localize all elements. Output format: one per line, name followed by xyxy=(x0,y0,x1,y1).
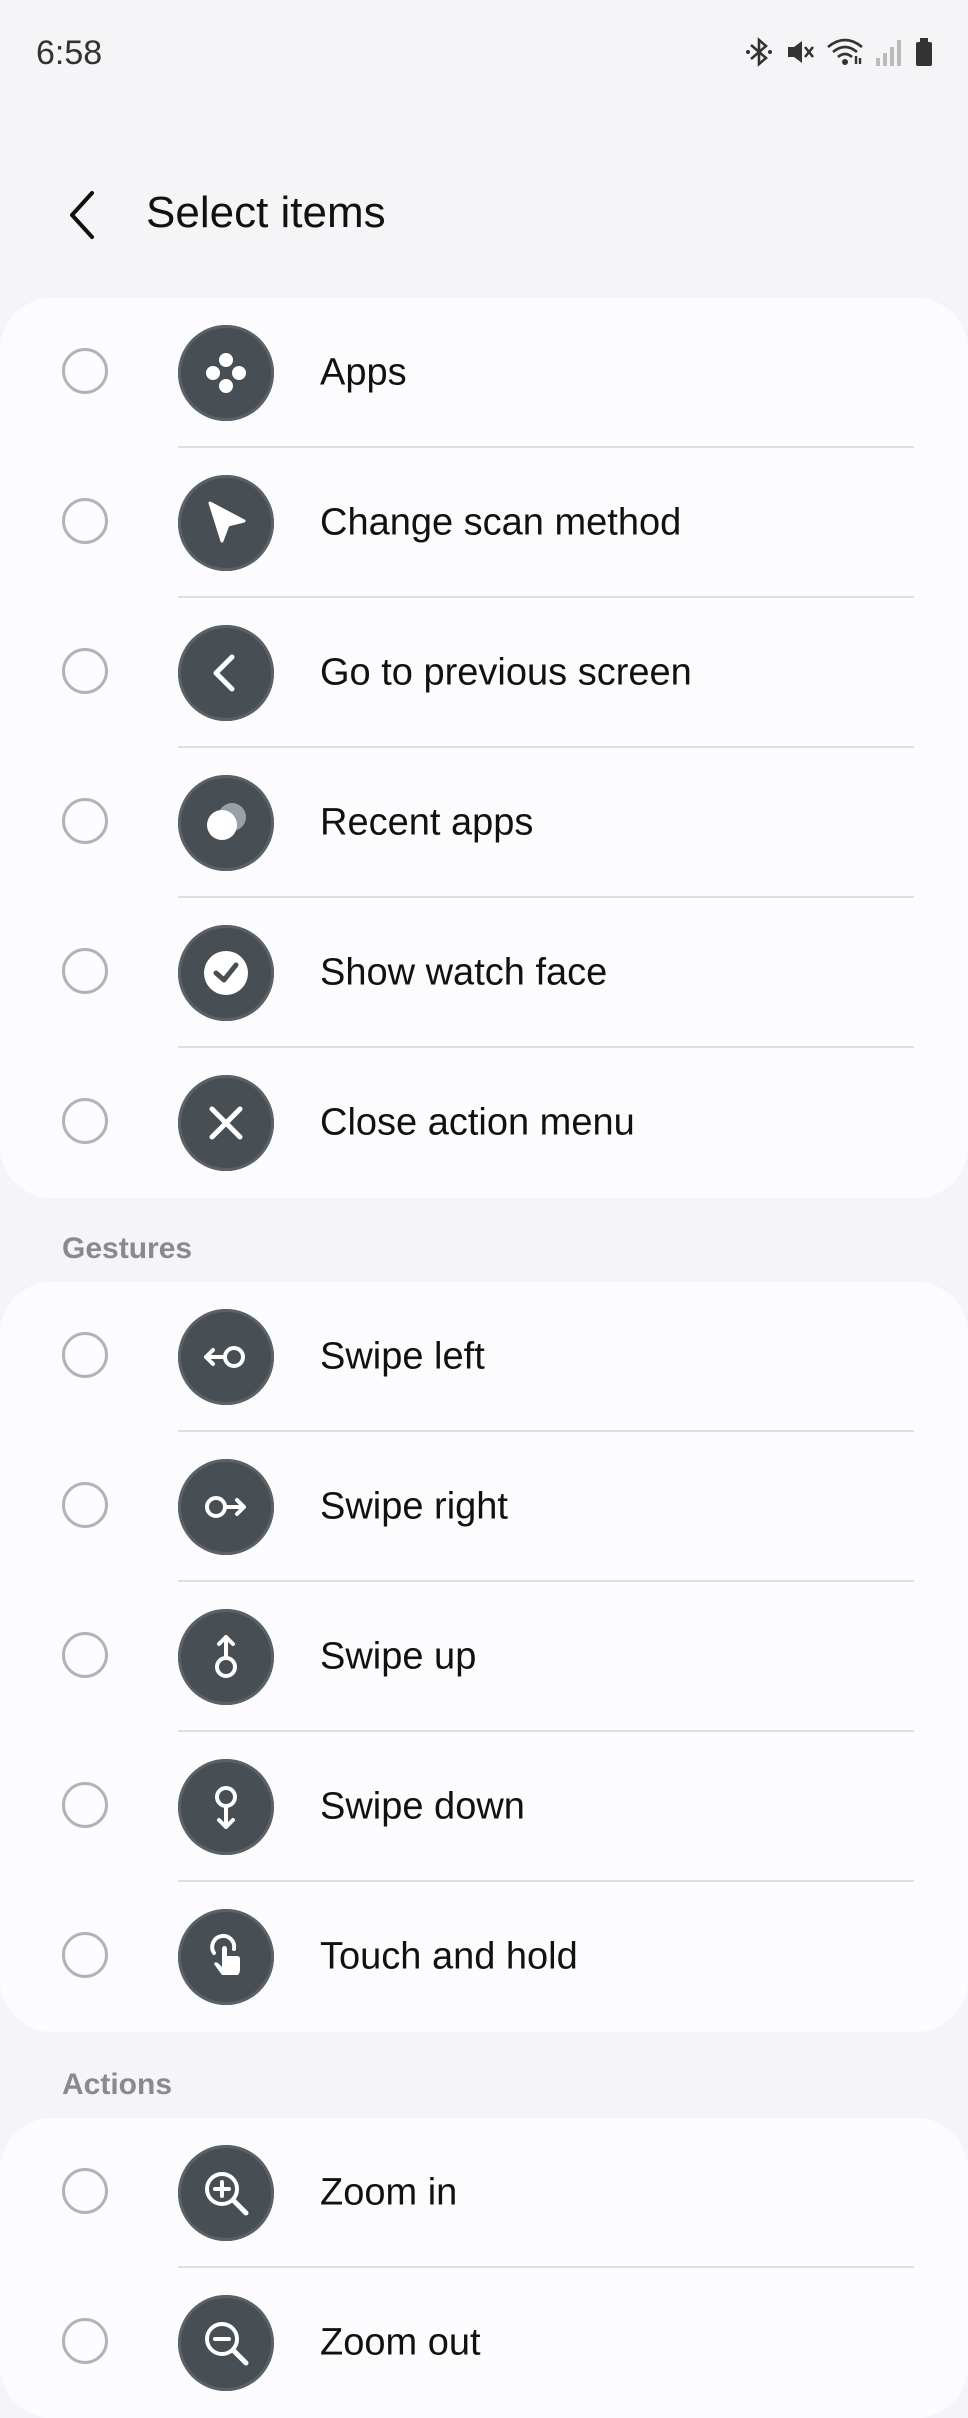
list-item-swipe-down[interactable]: Swipe down xyxy=(0,1732,968,1882)
zoom-out-icon xyxy=(178,2295,274,2391)
list-item-show-watch-face[interactable]: Show watch face xyxy=(0,898,968,1048)
list-item-touch-and-hold[interactable]: Touch and hold xyxy=(0,1882,968,2032)
list-item-label: Zoom out xyxy=(320,2321,481,2364)
header: Select items xyxy=(0,160,968,270)
back-arrow-icon xyxy=(70,191,94,239)
list-item-swipe-up[interactable]: Swipe up xyxy=(0,1582,968,1732)
swipe-down-icon xyxy=(178,1759,274,1855)
list-item-label: Touch and hold xyxy=(320,1935,578,1978)
section-header-actions: Actions xyxy=(62,2068,173,2101)
radio-button[interactable] xyxy=(62,1332,108,1378)
list-item-go-to-previous-screen[interactable]: Go to previous screen xyxy=(0,598,968,748)
pointer-icon xyxy=(178,475,274,571)
list-item-label: Swipe up xyxy=(320,1635,477,1678)
radio-button[interactable] xyxy=(62,348,108,394)
wifi-icon xyxy=(827,38,863,65)
bluetooth-icon xyxy=(746,37,772,67)
page-title: Select items xyxy=(146,188,386,237)
list-item-label: Zoom in xyxy=(320,2171,458,2214)
actions-card: Zoom in Zoom out xyxy=(0,2118,968,2418)
watch-face-icon xyxy=(178,925,274,1021)
status-bar: 6:58 xyxy=(0,0,968,110)
main-actions-card: Apps Change scan method Go to previous s… xyxy=(0,298,968,1198)
list-item-label: Show watch face xyxy=(320,951,608,994)
list-item-label: Swipe right xyxy=(320,1485,508,1528)
mute-icon xyxy=(788,41,815,63)
list-item-label: Recent apps xyxy=(320,801,534,844)
list-item-label: Close action menu xyxy=(320,1101,635,1144)
list-item-label: Swipe left xyxy=(320,1335,485,1378)
gestures-card: Swipe left Swipe right Swipe up Swipe do… xyxy=(0,1282,968,2032)
status-time: 6:58 xyxy=(36,34,103,72)
list-item-label: Change scan method xyxy=(320,501,682,544)
back-button[interactable] xyxy=(52,180,112,250)
radio-button[interactable] xyxy=(62,1632,108,1678)
radio-button[interactable] xyxy=(62,1098,108,1144)
recent-apps-icon xyxy=(178,775,274,871)
apps-icon xyxy=(178,325,274,421)
signal-icon xyxy=(876,40,901,66)
battery-icon xyxy=(916,38,932,66)
list-item-recent-apps[interactable]: Recent apps xyxy=(0,748,968,898)
radio-button[interactable] xyxy=(62,798,108,844)
radio-button[interactable] xyxy=(62,498,108,544)
zoom-in-icon xyxy=(178,2145,274,2241)
list-item-label: Apps xyxy=(320,351,407,394)
swipe-right-icon xyxy=(178,1459,274,1555)
list-item-change-scan-method[interactable]: Change scan method xyxy=(0,448,968,598)
swipe-up-icon xyxy=(178,1609,274,1705)
list-item-zoom-out[interactable]: Zoom out xyxy=(0,2268,968,2418)
radio-button[interactable] xyxy=(62,648,108,694)
radio-button[interactable] xyxy=(62,1932,108,1978)
list-item-label: Swipe down xyxy=(320,1785,525,1828)
radio-button[interactable] xyxy=(62,948,108,994)
radio-button[interactable] xyxy=(62,1782,108,1828)
list-item-close-action-menu[interactable]: Close action menu xyxy=(0,1048,968,1198)
list-item-swipe-left[interactable]: Swipe left xyxy=(0,1282,968,1432)
swipe-left-icon xyxy=(178,1309,274,1405)
list-item-apps[interactable]: Apps xyxy=(0,298,968,448)
radio-button[interactable] xyxy=(62,1482,108,1528)
radio-button[interactable] xyxy=(62,2168,108,2214)
close-icon xyxy=(178,1075,274,1171)
list-item-swipe-right[interactable]: Swipe right xyxy=(0,1432,968,1582)
list-item-label: Go to previous screen xyxy=(320,651,692,694)
back-chevron-icon xyxy=(178,625,274,721)
list-item-zoom-in[interactable]: Zoom in xyxy=(0,2118,968,2268)
touch-hold-icon xyxy=(178,1909,274,2005)
section-header-gestures: Gestures xyxy=(62,1232,193,1265)
radio-button[interactable] xyxy=(62,2318,108,2364)
status-icons xyxy=(744,36,934,68)
